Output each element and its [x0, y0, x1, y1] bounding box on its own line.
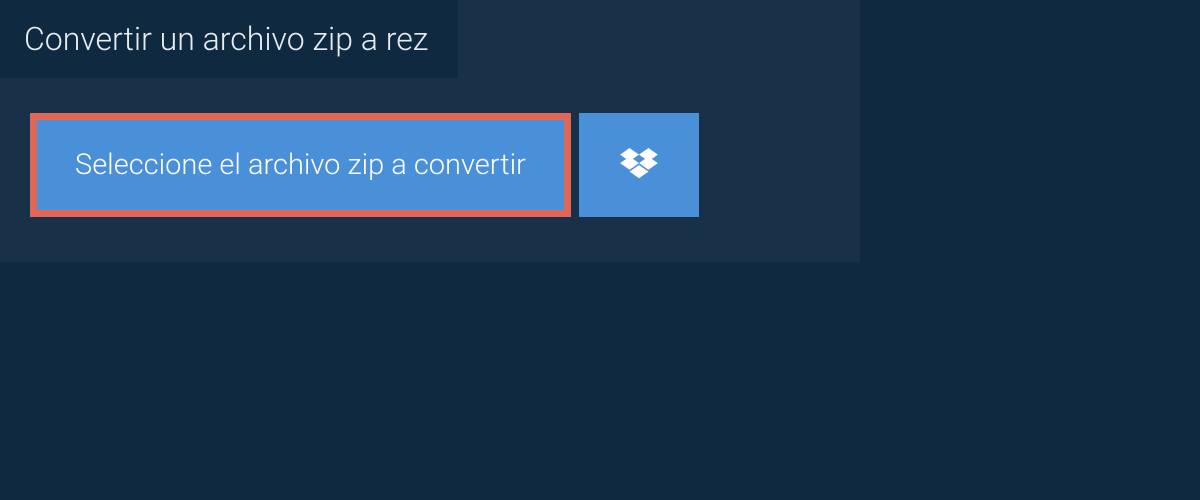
- content-area: Seleccione el archivo zip a convertir: [0, 78, 860, 262]
- dropbox-icon: [620, 148, 658, 182]
- converter-panel: Convertir un archivo zip a rez Seleccion…: [0, 0, 860, 262]
- page-title: Convertir un archivo zip a rez: [0, 0, 458, 78]
- select-file-button[interactable]: Seleccione el archivo zip a convertir: [30, 113, 571, 217]
- select-file-label: Seleccione el archivo zip a convertir: [75, 148, 526, 182]
- dropbox-button[interactable]: [579, 113, 699, 217]
- button-row: Seleccione el archivo zip a convertir: [30, 113, 830, 217]
